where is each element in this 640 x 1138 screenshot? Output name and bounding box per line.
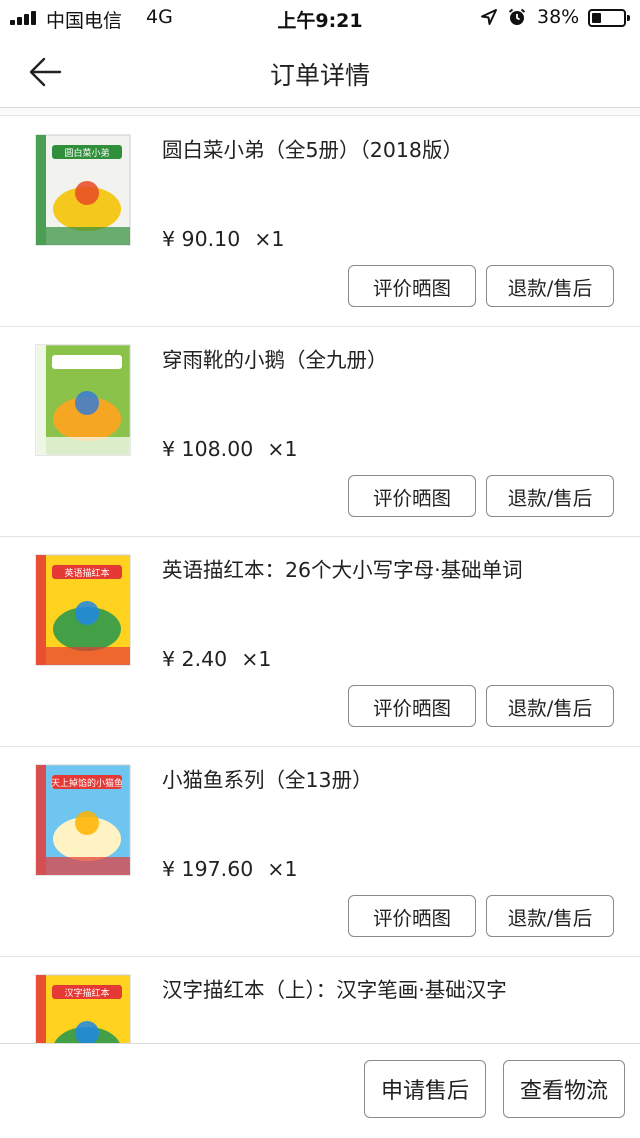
order-item[interactable]: 天上掉馅的小猫鱼 小猫鱼系列（全13册） ¥ 197.60 ×1 评价晒图 退款/售后 <box>0 747 640 957</box>
item-price-row: ¥ 108.00 ×1 <box>162 437 298 461</box>
location-arrow-icon <box>481 9 497 25</box>
order-item[interactable]: 英语描红本 英语描红本：26个大小写字母·基础单词 ¥ 2.40 ×1 评价晒图 退款/售… <box>0 537 640 747</box>
battery-percent: 38% <box>537 6 580 28</box>
view-logistics-button[interactable]: 查看物流 <box>503 1060 625 1118</box>
nav-bar: 订单详情 <box>0 36 640 108</box>
bottom-action-bar: 申请售后 查看物流 <box>0 1043 640 1138</box>
book-cover-caption: 穿雨靴的小鹅 <box>60 357 114 369</box>
review-button[interactable]: 评价晒图 <box>348 475 476 517</box>
book-cover-image[interactable]: 穿雨靴的小鹅 <box>32 341 134 459</box>
order-item[interactable]: 圆白菜小弟 圆白菜小弟（全5册）（2018版） ¥ 90.10 ×1 评价晒图 退款/售后 <box>0 117 640 327</box>
item-quantity: ×1 <box>241 647 272 671</box>
review-button[interactable]: 评价晒图 <box>348 895 476 937</box>
apply-after-sale-button[interactable]: 申请售后 <box>364 1060 486 1118</box>
item-quantity: ×1 <box>254 227 285 251</box>
book-cover-image[interactable]: 英语描红本 <box>32 551 134 669</box>
item-title[interactable]: 汉字描红本（上）：汉字笔画·基础汉字 <box>162 973 507 1003</box>
book-cover-caption: 天上掉馅的小猫鱼 <box>51 777 123 789</box>
item-price: ¥ 90.10 <box>162 227 241 251</box>
book-cover-caption: 圆白菜小弟 <box>64 147 109 159</box>
nav-divider <box>0 108 640 116</box>
order-item[interactable]: 穿雨靴的小鹅 穿雨靴的小鹅（全九册） ¥ 108.00 ×1 评价晒图 退款/售后 <box>0 327 640 537</box>
item-title[interactable]: 小猫鱼系列（全13册） <box>162 763 373 793</box>
review-button[interactable]: 评价晒图 <box>348 685 476 727</box>
order-item[interactable]: 汉字描红本 汉字描红本（上）：汉字笔画·基础汉字 <box>0 957 640 1043</box>
battery-icon <box>588 9 630 27</box>
item-price-row: ¥ 197.60 ×1 <box>162 857 298 881</box>
item-title[interactable]: 穿雨靴的小鹅（全九册） <box>162 343 388 373</box>
item-price-row: ¥ 2.40 ×1 <box>162 647 271 671</box>
item-price: ¥ 197.60 <box>162 857 254 881</box>
book-cover-image[interactable]: 汉字描红本 <box>32 971 134 1043</box>
item-price: ¥ 108.00 <box>162 437 254 461</box>
book-cover-image[interactable]: 圆白菜小弟 <box>32 131 134 249</box>
refund-button[interactable]: 退款/售后 <box>486 265 614 307</box>
item-quantity: ×1 <box>267 857 298 881</box>
refund-button[interactable]: 退款/售后 <box>486 685 614 727</box>
item-price: ¥ 2.40 <box>162 647 228 671</box>
status-bar: 中国电信 4G 上午9:21 38% <box>0 0 640 36</box>
page-title: 订单详情 <box>269 61 370 90</box>
item-title[interactable]: 英语描红本：26个大小写字母·基础单词 <box>162 553 523 583</box>
review-button[interactable]: 评价晒图 <box>348 265 476 307</box>
refund-button[interactable]: 退款/售后 <box>486 895 614 937</box>
item-quantity: ×1 <box>267 437 298 461</box>
item-title[interactable]: 圆白菜小弟（全5册）（2018版） <box>162 133 463 163</box>
book-cover-caption: 英语描红本 <box>64 567 109 579</box>
refund-button[interactable]: 退款/售后 <box>486 475 614 517</box>
alarm-icon <box>508 8 526 25</box>
item-price-row: ¥ 90.10 ×1 <box>162 227 284 251</box>
book-cover-image[interactable]: 天上掉馅的小猫鱼 <box>32 761 134 879</box>
book-cover-caption: 汉字描红本 <box>64 987 109 999</box>
order-item-list[interactable]: 圆白菜小弟 圆白菜小弟（全5册）（2018版） ¥ 90.10 ×1 评价晒图 退款/售后… <box>0 117 640 1043</box>
